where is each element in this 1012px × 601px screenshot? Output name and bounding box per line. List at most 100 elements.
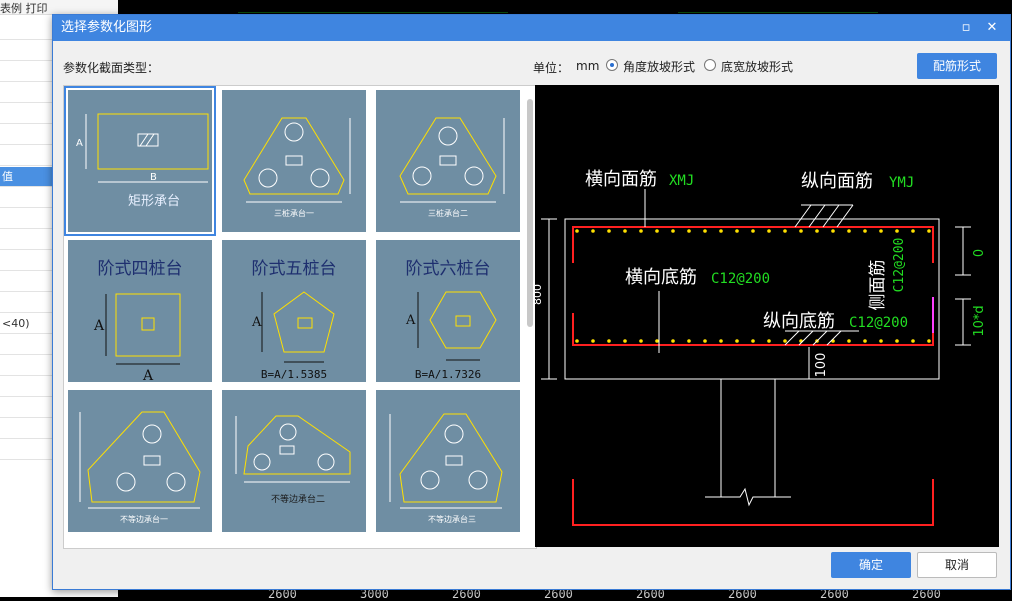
step-four-pile-diagram: 阶式四桩台 A A xyxy=(93,259,183,382)
rebar-dot xyxy=(751,229,755,233)
rebar-dot xyxy=(671,339,675,343)
background-row xyxy=(0,62,52,82)
background-row xyxy=(0,230,52,250)
rebar-dot xyxy=(703,229,707,233)
background-row xyxy=(0,335,52,355)
tile-unequal-cap-1[interactable]: 不等边承台一 xyxy=(68,390,212,532)
background-row xyxy=(0,146,52,166)
background-row xyxy=(0,209,52,229)
rebar-dot xyxy=(671,229,675,233)
rebar-dot xyxy=(623,339,627,343)
rebar-dot xyxy=(607,229,611,233)
rebar-dot xyxy=(639,229,643,233)
background-row xyxy=(0,356,52,376)
rect-dim-a: A xyxy=(76,138,83,149)
dim-b: B=A/1.5385 xyxy=(261,368,327,381)
rebar-dot xyxy=(895,229,899,233)
tile-step-five-pile[interactable]: 阶式五桩台 A B=A/1.5385 xyxy=(222,240,366,382)
background-toolbar: 表例 打印 xyxy=(0,0,118,15)
tile-caption: 不等边承台三 xyxy=(428,514,476,524)
three-pile-1-diagram: 三桩承台一 xyxy=(243,117,351,218)
rebar-dot xyxy=(847,229,851,233)
background-row xyxy=(0,20,52,40)
rebar-dot xyxy=(719,339,723,343)
rebar-dot xyxy=(815,229,819,233)
tile-step-six-pile[interactable]: 阶式六桩台 A B=A/1.7326 xyxy=(376,240,520,382)
value-bottom-transverse: C12@200 xyxy=(711,271,770,287)
rebar-dot xyxy=(575,339,579,343)
tile-rect-cap[interactable]: A B 矩形承台 xyxy=(64,86,216,236)
background-row xyxy=(0,272,52,292)
radio-angle-slope-label[interactable]: 角度放坡形式 xyxy=(623,58,695,75)
rebar-dot xyxy=(591,229,595,233)
rebar-dot xyxy=(783,229,787,233)
background-toolbar-text: 表例 打印 xyxy=(0,2,48,15)
background-row xyxy=(0,440,52,460)
rebar-config-button[interactable]: 配筋形式 xyxy=(917,53,997,79)
dim-a: A xyxy=(405,313,416,328)
tile-caption: 不等边承台二 xyxy=(271,493,325,505)
value-side: C12@200 xyxy=(892,238,907,293)
tile-step-four-pile[interactable]: 阶式四桩台 A A xyxy=(68,240,212,382)
unit-value: mm xyxy=(576,59,600,73)
dim-top: 0 xyxy=(972,249,987,257)
step-five-pile-diagram: 阶式五桩台 A B=A/1.5385 xyxy=(251,259,337,381)
rebar-dot xyxy=(767,339,771,343)
shape-gallery: A B 矩形承台 三桩承台一 三桩承台二 阶式四桩台 A A 阶式五桩台 A B… xyxy=(63,85,537,549)
radio-angle-slope[interactable] xyxy=(606,59,618,71)
lower-rebar xyxy=(572,479,934,526)
rebar-dot xyxy=(911,339,915,343)
step-six-pile-diagram: 阶式六桩台 A B=A/1.7326 xyxy=(405,259,497,381)
background-row xyxy=(0,419,52,439)
dim-b: B=A/1.7326 xyxy=(415,368,481,381)
rebar-dot xyxy=(735,339,739,343)
value-bottom-longitudinal: C12@200 xyxy=(849,315,908,331)
unequal-cap-1-diagram: 不等边承台一 xyxy=(79,411,201,524)
rebar-dot xyxy=(927,339,931,343)
gallery-scrollbar[interactable] xyxy=(527,99,533,327)
background-row xyxy=(0,83,52,103)
rebar-dot xyxy=(863,339,867,343)
tile-three-pile-1[interactable]: 三桩承台一 xyxy=(222,90,366,232)
rebar-dot xyxy=(719,229,723,233)
radio-width-slope[interactable] xyxy=(704,59,716,71)
dim-side: 10*d xyxy=(972,305,987,336)
unequal-cap-3-diagram: 不等边承台三 xyxy=(389,413,503,524)
rebar-preview: 800 0 10*d 100 横向面筋 XMJ 纵向面筋 YMJ 横向底筋 C1… xyxy=(531,85,999,547)
rebar-preview-diagram: 800 0 10*d 100 横向面筋 XMJ 纵向面筋 YMJ 横向底筋 C1… xyxy=(531,169,987,526)
tile-unequal-cap-2[interactable]: 不等边承台二 xyxy=(222,390,366,532)
maximize-icon[interactable]: ▫ xyxy=(954,15,978,41)
rebar-dot xyxy=(863,229,867,233)
background-row xyxy=(0,293,52,313)
unequal-cap-2-diagram: 不等边承台二 xyxy=(235,415,351,505)
rebar-dot xyxy=(687,339,691,343)
dim-a: A xyxy=(93,318,105,334)
tile-caption: 阶式四桩台 xyxy=(98,259,183,279)
three-pile-2-diagram: 三桩承台二 xyxy=(399,117,505,218)
background-row xyxy=(0,41,52,61)
background-row: <40) xyxy=(0,314,52,334)
close-icon[interactable]: ✕ xyxy=(980,15,1004,41)
tile-unequal-cap-3[interactable]: 不等边承台三 xyxy=(376,390,520,532)
rebar-dot xyxy=(607,339,611,343)
rebar-dot xyxy=(655,229,659,233)
background-row xyxy=(0,125,52,145)
cancel-button[interactable]: 取消 xyxy=(917,552,997,578)
dialog-titlebar[interactable]: 选择参数化图形 ▫ ✕ xyxy=(53,15,1010,41)
rect-cap-diagram: A B 矩形承台 xyxy=(76,113,209,209)
dim-a: A xyxy=(251,315,262,330)
rebar-dot xyxy=(751,339,755,343)
rebar-dot xyxy=(895,339,899,343)
dim-bottom: 100 xyxy=(814,353,829,378)
label-bottom-longitudinal: 纵向底筋 xyxy=(763,311,835,332)
tile-three-pile-2[interactable]: 三桩承台二 xyxy=(376,90,520,232)
tile-caption: 阶式六桩台 xyxy=(406,259,491,279)
rebar-dot xyxy=(575,229,579,233)
label-top-longitudinal: 纵向面筋 xyxy=(801,171,873,192)
background-row: 值 xyxy=(0,167,52,187)
rebar-dot xyxy=(639,339,643,343)
ok-button[interactable]: 确定 xyxy=(831,552,911,578)
radio-width-slope-label[interactable]: 底宽放坡形式 xyxy=(721,58,793,75)
value-top-transverse: XMJ xyxy=(669,173,694,189)
dialog-title: 选择参数化图形 xyxy=(61,20,153,35)
